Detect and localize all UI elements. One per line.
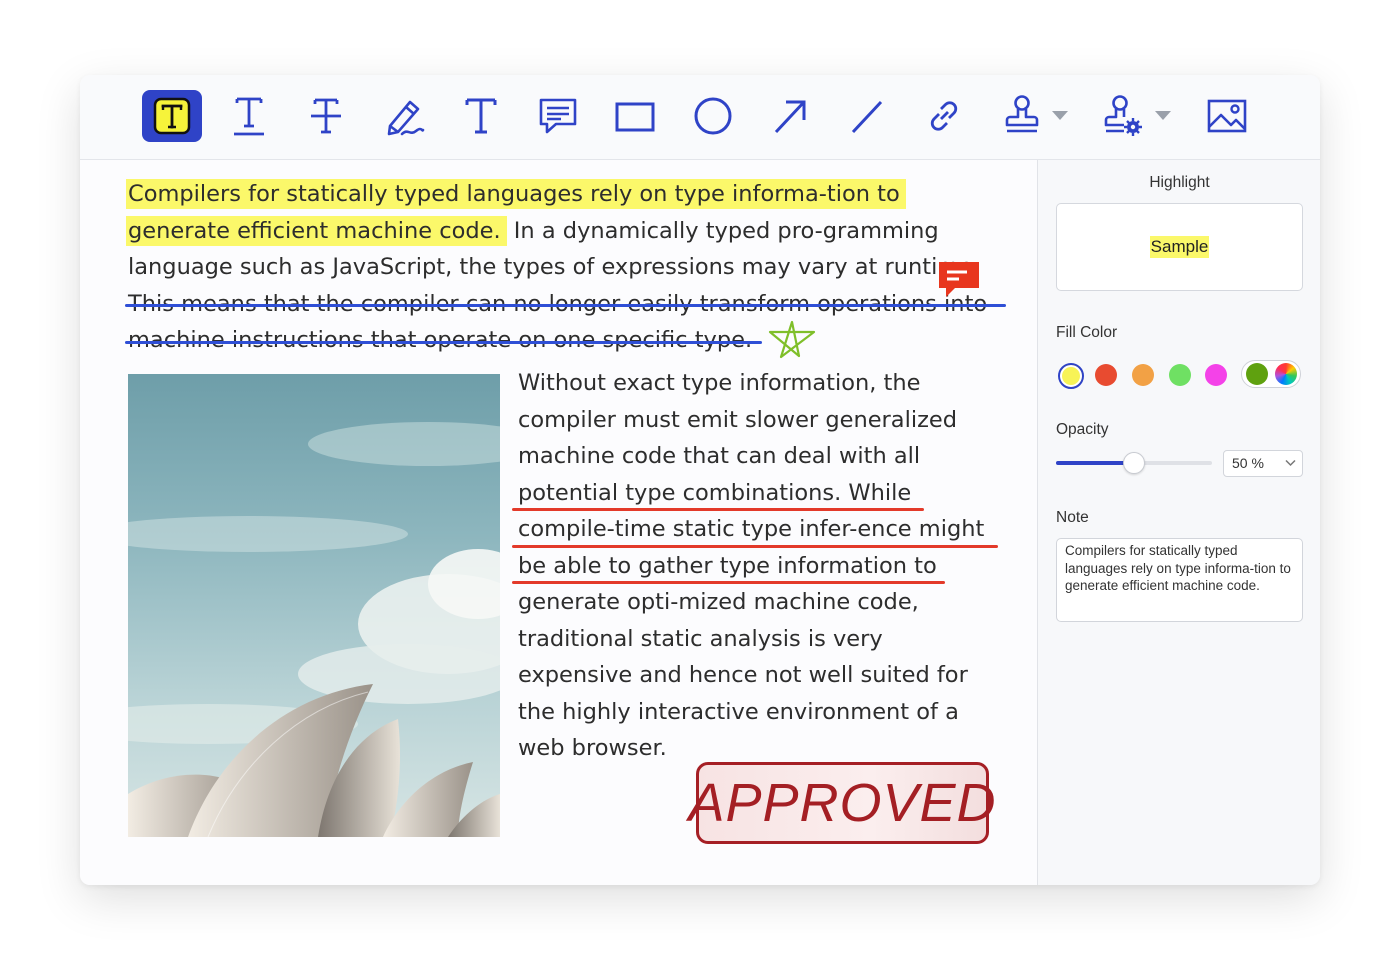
rectangle-tool[interactable] <box>605 90 665 142</box>
swatch-yellow[interactable] <box>1058 363 1084 389</box>
style-preview: Sample <box>1056 203 1303 291</box>
pencil-tool[interactable] <box>374 90 434 142</box>
swatch-magenta[interactable] <box>1205 364 1227 386</box>
comment-icon <box>539 98 577 134</box>
annotation-app-window: Compilers for statically typed languages… <box>80 75 1320 885</box>
star-drawing-icon[interactable] <box>766 320 818 360</box>
line-icon <box>851 100 883 134</box>
custom-color-group[interactable] <box>1241 360 1301 388</box>
stamp-icon <box>1005 95 1039 133</box>
sky-photo-image <box>128 374 500 837</box>
underline-mark[interactable] <box>512 581 945 584</box>
stamp-text: APPROVED <box>688 773 997 833</box>
arrow-icon <box>774 100 806 134</box>
note-label: Note <box>1056 509 1089 526</box>
right-column-line: compiler must emit slower generalized <box>518 407 958 433</box>
image-icon <box>1207 99 1247 133</box>
strikethrough-text-tool[interactable] <box>296 90 356 142</box>
document-canvas[interactable]: Compilers for statically typed languages… <box>80 160 1037 885</box>
annotation-toolbar <box>80 75 1320 160</box>
custom-stamp-tool[interactable] <box>1093 90 1153 142</box>
custom-stamp-dropdown-icon[interactable] <box>1155 111 1171 121</box>
right-column-line: machine code that can deal with all <box>518 443 921 469</box>
opacity-select[interactable]: 50 % <box>1223 450 1303 477</box>
strikethrough-text-icon <box>311 98 341 134</box>
link-tool[interactable] <box>914 90 974 142</box>
sample-text: Sample <box>1149 236 1210 258</box>
fill-color-label: Fill Color <box>1056 324 1118 341</box>
doc-line-5[interactable]: machine instructions that operate on one… <box>128 323 752 357</box>
underline-mark[interactable] <box>512 508 924 511</box>
text-tool[interactable] <box>451 90 511 142</box>
stamp-dropdown-icon[interactable] <box>1052 111 1068 121</box>
highlight-text-tool[interactable] <box>142 90 202 142</box>
circle-icon <box>694 97 732 135</box>
approved-stamp[interactable]: APPROVED <box>688 762 996 844</box>
underline-annotation[interactable]: compile-time static type infer-ence migh… <box>518 512 984 546</box>
right-column-line: the highly interactive environment of a <box>518 699 959 725</box>
link-icon <box>930 101 958 131</box>
stamp-tool[interactable] <box>992 90 1052 142</box>
doc-text: In a dynamically typed pro-gramming <box>506 218 939 244</box>
strikethrough-mark[interactable] <box>125 304 1006 307</box>
arrow-tool[interactable] <box>760 90 820 142</box>
right-column-line: Without exact type information, the <box>518 370 921 396</box>
doc-line-1[interactable]: Compilers for statically typed languages… <box>126 177 906 211</box>
highlight-annotation-continued[interactable]: generate efficient machine code. <box>126 216 507 246</box>
opacity-value: 50 % <box>1232 455 1264 471</box>
right-column-line: web browser. <box>518 735 667 761</box>
opacity-slider-thumb[interactable] <box>1123 452 1145 474</box>
comment-note-icon[interactable] <box>937 260 981 300</box>
color-picker-wheel-icon[interactable] <box>1275 363 1297 385</box>
panel-title: Highlight <box>1149 174 1210 191</box>
underline-text-tool[interactable] <box>219 90 279 142</box>
swatch-orange[interactable] <box>1132 364 1154 386</box>
underline-annotation[interactable]: be able to gather type information to <box>518 549 937 583</box>
custom-stamp-icon <box>1104 95 1142 136</box>
doc-line-2[interactable]: generate efficient machine code. In a dy… <box>126 214 939 248</box>
opera-house-photo[interactable] <box>128 374 500 837</box>
circle-tool[interactable] <box>683 90 743 142</box>
doc-text: language such as JavaScript, the types o… <box>128 254 981 280</box>
highlight-text-icon <box>153 97 191 135</box>
highlight-annotation[interactable]: Compilers for statically typed languages… <box>126 179 906 209</box>
underline-annotation[interactable]: potential type combinations. While <box>518 476 911 510</box>
doc-line-3: language such as JavaScript, the types o… <box>128 250 980 284</box>
strikethrough-annotation-continued[interactable]: machine instructions that operate on one… <box>128 327 752 353</box>
swatch-dark-green[interactable] <box>1246 363 1268 385</box>
line-tool[interactable] <box>837 90 897 142</box>
properties-panel: Highlight Sample Fill Color Opacity 50 %… <box>1037 160 1320 885</box>
rectangle-icon <box>615 102 655 132</box>
comment-tool[interactable] <box>528 90 588 142</box>
swatch-red[interactable] <box>1095 364 1117 386</box>
pencil-icon <box>387 100 425 136</box>
image-tool[interactable] <box>1197 90 1257 142</box>
underline-mark[interactable] <box>512 545 998 548</box>
right-column-line: generate opti-mized machine code, <box>518 589 919 615</box>
underline-text-icon <box>234 97 264 136</box>
strikethrough-mark[interactable] <box>125 341 762 344</box>
right-column-line: expensive and hence not well suited for <box>518 662 968 688</box>
text-icon <box>465 98 497 134</box>
opacity-slider[interactable] <box>1056 452 1212 474</box>
chevron-down-icon <box>1285 459 1296 467</box>
opacity-label: Opacity <box>1056 421 1109 438</box>
swatch-green[interactable] <box>1169 364 1191 386</box>
right-column-line: traditional static analysis is very <box>518 626 883 652</box>
note-textarea[interactable]: Compilers for statically typed languages… <box>1056 538 1303 622</box>
